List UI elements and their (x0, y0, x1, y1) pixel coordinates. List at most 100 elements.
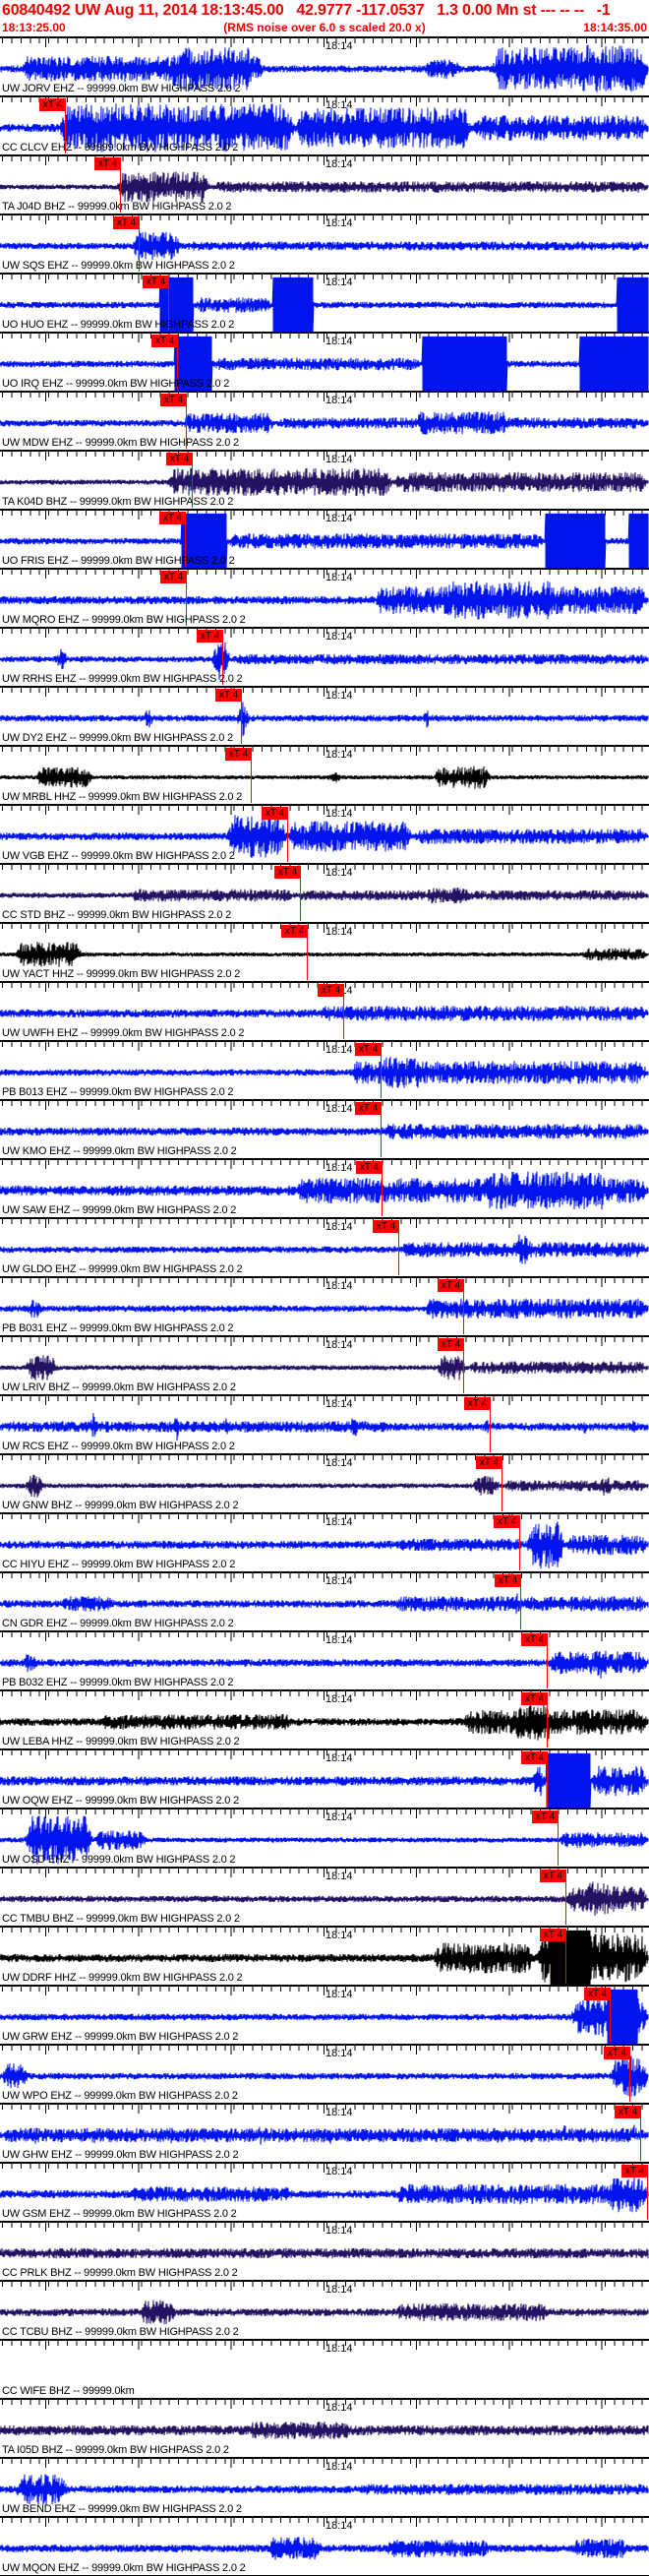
trace-row: 18:14 xT 4 UW SAW EHZ -- 99999.0km BW HIGH… (0, 1158, 649, 1217)
pick-marker[interactable]: xT 4 (159, 512, 186, 524)
trace-row: 18:14 xT 4 UW WPO EHZ -- 99999.0km BW HIGH… (0, 2044, 649, 2103)
trace-label: CC WIFE BHZ -- 99999.0km (2, 2385, 135, 2397)
trace-label: TA K04D BHZ -- 99999.0km BW HIGHPASS 2.0… (2, 496, 234, 508)
pick-marker[interactable]: xT 4 (318, 984, 344, 997)
trace-row: 18:14 xT 4 UO IRQ EHZ -- 99999.0km BW HIGH… (0, 332, 649, 391)
trace-row: 18:14 xT 4 PB B013 EHZ -- 99999.0km BW HIG… (0, 1040, 649, 1099)
minute-label: 18:14 (325, 2343, 353, 2355)
pick-marker[interactable]: xT 4 (355, 1102, 382, 1115)
trace-label: UW OQW EHZ -- 99999.0km BW HIGHPASS 2.0 … (2, 1795, 239, 1807)
trace-label: TA I05D BHZ -- 99999.0km BW HIGHPASS 2.0… (2, 2444, 229, 2456)
pick-marker[interactable]: xT 4 (197, 630, 223, 643)
trace-row: 18:14 xT 4 UW GNW BHZ -- 99999.0km BW HIGH… (0, 1453, 649, 1512)
pick-marker[interactable]: xT 4 (604, 2047, 630, 2059)
minute-label: 18:14 (325, 2402, 353, 2414)
trace-list: 18:14 UW JORV EHZ -- 99999.0km BW HIGHPAS… (0, 36, 649, 2575)
rms-scale-note: (RMS noise over 6.0 s scaled 20.0 x) (223, 21, 426, 34)
pick-marker[interactable]: xT 4 (521, 1692, 548, 1705)
minute-label: 18:14 (325, 1398, 353, 1410)
minute-label: 18:14 (325, 1221, 353, 1233)
pick-marker[interactable]: xT 4 (521, 1751, 548, 1764)
trace-label: UW MDW EHZ -- 99999.0km BW HIGHPASS 2.0 … (2, 437, 239, 449)
time-tick-axis (0, 2341, 649, 2350)
pick-marker[interactable]: xT 4 (355, 1043, 382, 1056)
pick-marker[interactable]: xT 4 (373, 1220, 399, 1233)
pick-marker[interactable]: xT 4 (151, 335, 178, 347)
pick-marker[interactable]: xT 4 (476, 1456, 502, 1469)
trace-label: CN GDR EHZ -- 99999.0km BW HIGHPASS 2.0 … (2, 1618, 234, 1629)
pick-marker[interactable]: xT 4 (494, 1515, 520, 1528)
minute-label: 18:14 (325, 2107, 353, 2118)
minute-label: 18:14 (325, 2166, 353, 2177)
trace-label: CC STD BHZ -- 99999.0km BW HIGHPASS 2.0 … (2, 909, 232, 921)
trace-row: 18:14 xT 4 CC HIYU EHZ -- 99999.0km BW HIG… (0, 1512, 649, 1571)
minute-label: 18:14 (325, 1634, 353, 1646)
pick-marker[interactable]: xT 4 (615, 2106, 641, 2118)
trace-row: 18:14 xT 4 UW MQRO EHZ -- 99999.0km BW HIG… (0, 568, 649, 627)
trace-row: 18:14 xT 4 UW DDRF HHZ -- 99999.0km BW HIG… (0, 1926, 649, 1985)
minute-label: 18:14 (325, 1339, 353, 1351)
pick-marker[interactable]: xT 4 (94, 157, 121, 170)
pick-marker[interactable]: xT 4 (495, 1574, 521, 1587)
trace-label: CC TCBU BHZ -- 99999.0km BW HIGHPASS 2.0… (2, 2326, 239, 2338)
pick-marker[interactable]: xT 4 (215, 689, 242, 702)
trace-label: UW SAW EHZ -- 99999.0km BW HIGHPASS 2.0 … (2, 1204, 237, 1216)
trace-row: 18:14 xT 4 PB B032 EHZ -- 99999.0km BW HIG… (0, 1630, 649, 1689)
pick-marker[interactable]: xT 4 (540, 1929, 566, 1941)
window-end-time: 18:14:35.00 (583, 21, 647, 34)
minute-label: 18:14 (325, 808, 353, 820)
trace-row: 18:14 UW BEND EHZ -- 99999.0km BW HIGHPAS… (0, 2457, 649, 2516)
minute-label: 18:14 (325, 867, 353, 879)
minute-label: 18:14 (325, 572, 353, 583)
trace-row: 18:14 xT 4 UW LEBA HHZ -- 99999.0km BW HIG… (0, 1689, 649, 1748)
trace-row: 18:14 xT 4 UW MRBL HHZ -- 99999.0km BW HIG… (0, 745, 649, 804)
pick-marker[interactable]: xT 4 (39, 98, 66, 111)
minute-label: 18:14 (325, 631, 353, 643)
minute-label: 18:14 (325, 926, 353, 938)
pick-marker[interactable]: xT 4 (540, 1870, 566, 1882)
trace-label: UO FRIS EHZ -- 99999.0km BW HIGHPASS 2.0… (2, 555, 235, 567)
pick-marker[interactable]: xT 4 (584, 1988, 611, 2000)
pick-marker[interactable]: xT 4 (281, 925, 308, 938)
trace-row: 18:14 xT 4 UW MDW EHZ -- 99999.0km BW HIGH… (0, 391, 649, 450)
trace-row: 18:14 xT 4 CC STD BHZ -- 99999.0km BW HIGH… (0, 863, 649, 922)
pick-marker[interactable]: xT 4 (521, 1633, 548, 1646)
trace-label: UW UWFH EHZ -- 99999.0km BW HIGHPASS 2.0… (2, 1027, 245, 1039)
minute-label: 18:14 (325, 1457, 353, 1469)
pick-marker[interactable]: xT 4 (160, 394, 187, 406)
minute-label: 18:14 (325, 1044, 353, 1056)
minute-label: 18:14 (325, 1103, 353, 1115)
trace-label: CC TMBU BHZ -- 99999.0km BW HIGHPASS 2.0… (2, 1913, 240, 1925)
trace-label: UW OSD EHZ -- 99999.0km BW HIGHPASS 2.0 … (2, 1854, 236, 1866)
trace-row: 18:14 xT 4 UW OSD EHZ -- 99999.0km BW HIGH… (0, 1808, 649, 1867)
trace-row: 18:14 xT 4 CC TMBU BHZ -- 99999.0km BW HIG… (0, 1867, 649, 1926)
trace-label: UW GHW EHZ -- 99999.0km BW HIGHPASS 2.0 … (2, 2149, 239, 2161)
pick-marker[interactable]: xT 4 (225, 748, 252, 761)
pick-marker[interactable]: xT 4 (160, 571, 187, 583)
minute-label: 18:14 (325, 1930, 353, 1941)
trace-row: 18:14 xT 4 UW LRIV BHZ -- 99999.0km BW HIG… (0, 1335, 649, 1394)
pick-marker[interactable]: xT 4 (356, 1161, 383, 1174)
window-start-time: 18:13:25.00 (2, 21, 66, 34)
minute-label: 18:14 (325, 336, 353, 347)
minute-label: 18:14 (325, 749, 353, 761)
pick-marker[interactable]: xT 4 (532, 1810, 559, 1823)
pick-marker[interactable]: xT 4 (438, 1338, 464, 1351)
trace-label: UW LRIV BHZ -- 99999.0km BW HIGHPASS 2.0… (2, 1381, 236, 1393)
pick-marker[interactable]: xT 4 (262, 807, 288, 820)
minute-label: 18:14 (325, 1871, 353, 1882)
minute-label: 18:14 (325, 2284, 353, 2296)
pick-marker[interactable]: xT 4 (143, 276, 169, 288)
pick-marker[interactable]: xT 4 (113, 216, 140, 229)
trace-label: PB B013 EHZ -- 99999.0km BW HIGHPASS 2.0… (2, 1086, 234, 1098)
trace-row: 18:14 CC WIFE BHZ -- 99999.0km (0, 2339, 649, 2398)
pick-marker[interactable]: xT 4 (621, 2165, 648, 2177)
pick-marker[interactable]: xT 4 (166, 453, 193, 465)
pick-marker[interactable]: xT 4 (438, 1279, 464, 1292)
trace-row: 18:14 xT 4 CN GDR EHZ -- 99999.0km BW HIGH… (0, 1571, 649, 1630)
pick-marker[interactable]: xT 4 (464, 1397, 491, 1410)
pick-marker[interactable]: xT 4 (274, 866, 301, 879)
trace-label: TA J04D BHZ -- 99999.0km BW HIGHPASS 2.0… (2, 201, 232, 213)
trace-label: UW DDRF HHZ -- 99999.0km BW HIGHPASS 2.0… (2, 1972, 243, 1984)
trace-row: 18:14 xT 4 UW GSM EHZ -- 99999.0km BW HIGH… (0, 2162, 649, 2221)
